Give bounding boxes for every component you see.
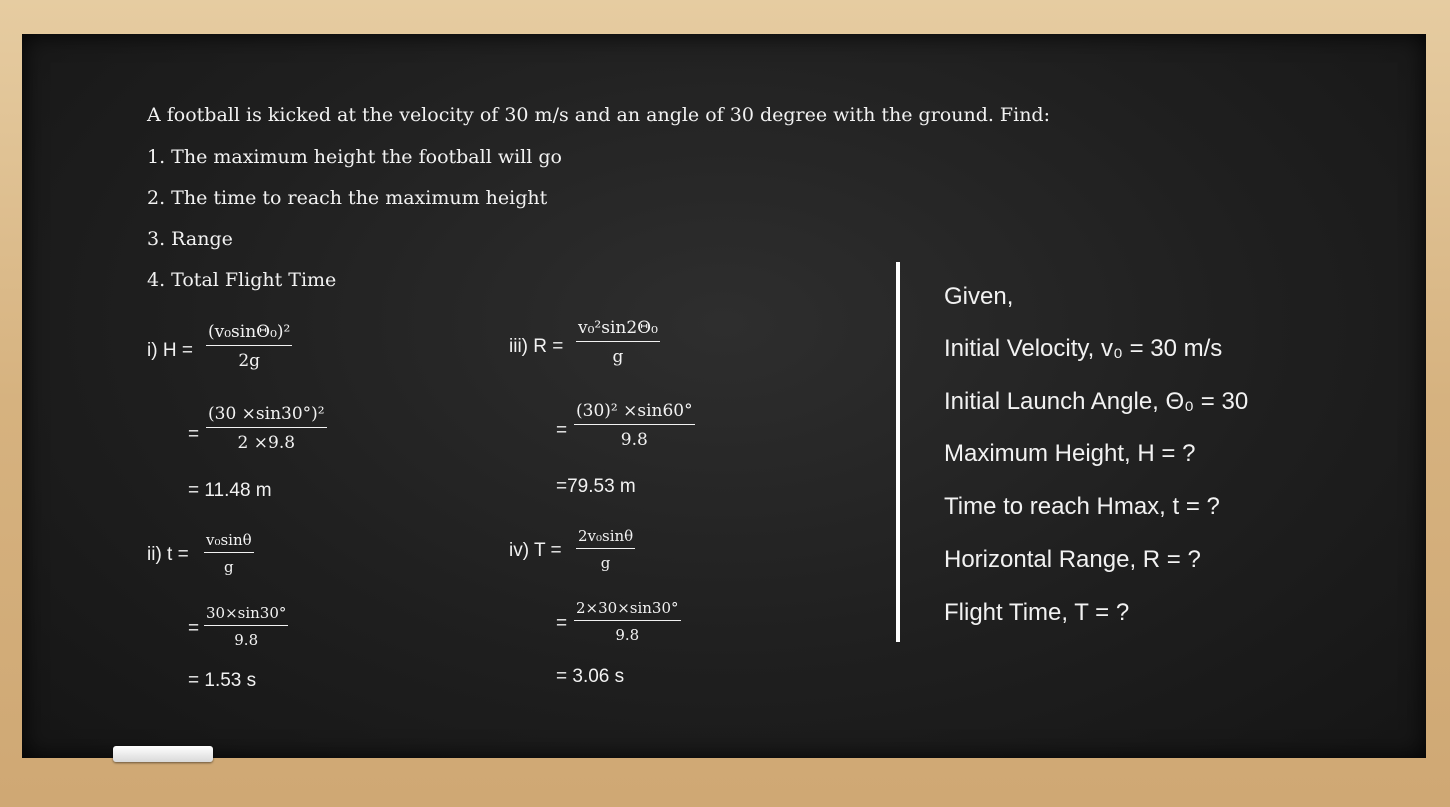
given-initial-velocity: Initial Velocity, v₀ = 30 m/s <box>944 335 1223 362</box>
time-sub-equals: = <box>188 618 200 639</box>
time-result: = 1.53 s <box>188 670 257 691</box>
time-substitution-denominator: 9.8 <box>234 631 259 649</box>
given-launch-angle: Initial Launch Angle, Θ₀ = 30 <box>944 388 1249 415</box>
vertical-divider <box>896 262 900 642</box>
problem-item-1: 1. The maximum height the football will … <box>147 146 562 168</box>
time-formula-label: ii) t = <box>147 544 189 565</box>
flight-time-substitution-fraction: 2×30×sin30° 9.8 <box>574 599 681 644</box>
problem-item-4: 4. Total Flight Time <box>147 269 337 291</box>
range-substitution-fraction: (30)² ×sin60° 9.8 <box>574 401 695 450</box>
height-substitution-denominator: 2 ×9.8 <box>237 433 296 453</box>
height-formula-numerator: (v₀sinΘ₀)² <box>206 322 293 346</box>
range-substitution-numerator: (30)² ×sin60° <box>574 401 695 425</box>
flight-time-substitution-numerator: 2×30×sin30° <box>574 599 681 621</box>
problem-item-3: 3. Range <box>147 228 233 250</box>
time-substitution-numerator: 30×sin30° <box>204 604 289 626</box>
range-formula-label: iii) R = <box>509 336 564 357</box>
time-substitution-fraction: 30×sin30° 9.8 <box>204 604 289 649</box>
time-formula-denominator: g <box>224 558 234 576</box>
time-formula-numerator: v₀sinθ <box>204 531 254 553</box>
flight-time-substitution-denominator: 9.8 <box>615 626 640 644</box>
given-flight-time: Flight Time, T = ? <box>944 599 1130 626</box>
flight-time-formula-denominator: g <box>600 554 611 572</box>
height-substitution-numerator: (30 ×sin30°)² <box>206 404 327 428</box>
range-formula-fraction: v₀²sin2Θ₀ g <box>576 318 660 367</box>
flight-time-formula-numerator: 2v₀sinθ <box>576 527 636 549</box>
given-horizontal-range: Horizontal Range, R = ? <box>944 546 1201 573</box>
problem-item-2: 2. The time to reach the maximum height <box>147 187 548 209</box>
flight-time-formula-label: iv) T = <box>509 540 562 561</box>
height-result: = 11.48 m <box>188 480 272 501</box>
height-formula-fraction: (v₀sinΘ₀)² 2g <box>206 322 293 371</box>
range-result: =79.53 m <box>556 476 636 497</box>
given-title: Given, <box>944 283 1014 310</box>
height-sub-equals: = <box>188 424 200 445</box>
chalk-piece <box>113 746 213 762</box>
given-max-height: Maximum Height, H = ? <box>944 440 1196 467</box>
range-formula-numerator: v₀²sin2Θ₀ <box>576 318 660 342</box>
flight-time-formula-fraction: 2v₀sinθ g <box>576 527 636 572</box>
range-substitution-denominator: 9.8 <box>620 430 648 450</box>
time-formula-fraction: v₀sinθ g <box>204 531 254 576</box>
height-substitution-fraction: (30 ×sin30°)² 2 ×9.8 <box>206 404 327 453</box>
height-formula-label: i) H = <box>147 340 193 361</box>
problem-statement: A football is kicked at the velocity of … <box>147 104 1050 126</box>
given-time-to-max: Time to reach Hmax, t = ? <box>944 493 1220 520</box>
range-formula-denominator: g <box>612 347 624 367</box>
flight-time-result: = 3.06 s <box>556 666 625 687</box>
flight-time-sub-equals: = <box>556 613 568 634</box>
range-sub-equals: = <box>556 420 568 441</box>
height-formula-denominator: 2g <box>238 351 261 371</box>
